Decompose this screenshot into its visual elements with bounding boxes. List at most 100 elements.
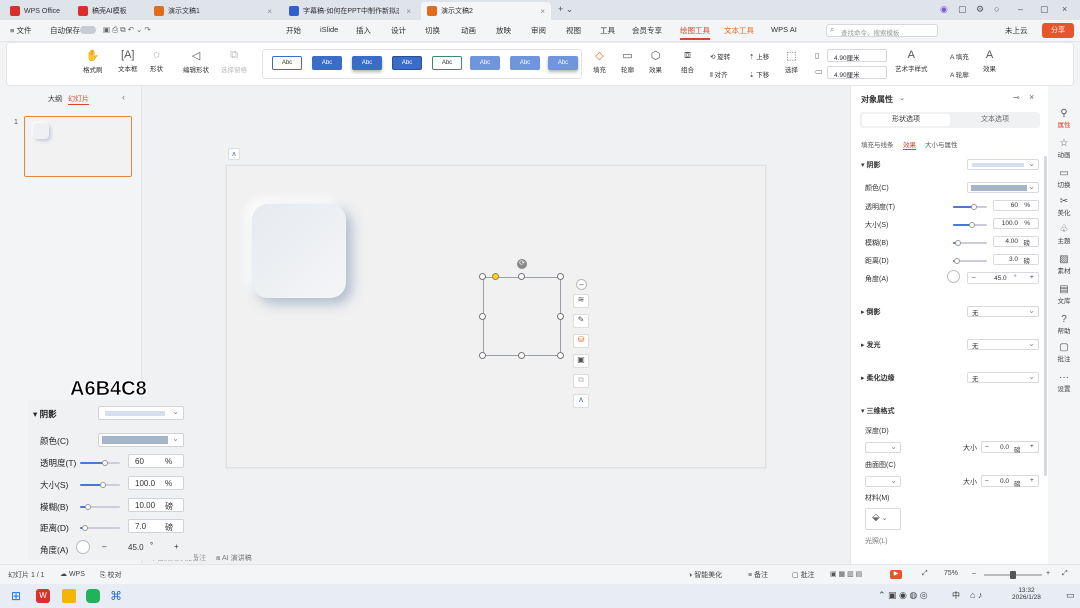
subtab-effect[interactable]: 效果 — [903, 139, 916, 150]
ai-icon[interactable]: ◉ — [940, 4, 948, 15]
move-down-button[interactable]: ⇣ 下移 — [749, 69, 769, 79]
contour-color-dropdown[interactable] — [865, 476, 901, 487]
decrement-icon[interactable]: – — [985, 477, 989, 484]
blur-slider[interactable] — [953, 240, 987, 246]
slide-canvas[interactable]: ⟳ – ≋ ✎ ⛁ ▣ ⧉ ʌ — [226, 165, 766, 468]
width-input[interactable]: 4.90厘米 — [827, 66, 887, 79]
zoom-in-icon[interactable]: + — [1046, 570, 1050, 577]
comments-button[interactable]: ▢ 批注 — [792, 570, 815, 580]
menu-design[interactable]: 设计 — [391, 25, 406, 36]
menu-islide[interactable]: iSlide — [320, 25, 338, 34]
notes-button[interactable]: ≡ 备注 — [748, 570, 768, 580]
depth-size-field[interactable]: – 0.0 磅 + — [981, 441, 1039, 454]
resize-handle[interactable] — [557, 273, 564, 280]
new-tab-button[interactable]: + ⌄ — [558, 4, 573, 15]
overlay-shadow-preset[interactable]: ⌄ — [98, 406, 184, 420]
frame-icon[interactable]: ▣ — [573, 354, 589, 368]
increment-icon[interactable]: + — [174, 542, 179, 551]
style-option[interactable]: Abc — [510, 56, 540, 70]
pen-icon[interactable]: ✎ — [573, 314, 589, 328]
contour-size-field[interactable]: – 0.0 磅 + — [981, 475, 1039, 488]
shadow-section[interactable]: ▾ 阴影 — [861, 160, 880, 170]
collapse-icon[interactable]: ‹ — [122, 92, 125, 102]
resize-handle[interactable] — [479, 273, 486, 280]
ai-notes-button[interactable]: ⧈ AI 演讲稿 — [216, 553, 252, 563]
shape-button[interactable]: ◌ 形状 — [150, 49, 163, 73]
transparency-slider[interactable] — [953, 204, 987, 210]
decrement-icon[interactable]: – — [972, 274, 976, 281]
sidebar-item-beautify[interactable]: ✂ 美化 — [1048, 196, 1080, 217]
ai-icon[interactable]: ʌ — [573, 394, 589, 408]
proofread-button[interactable]: ⎘ 校对 — [100, 570, 122, 580]
copy-icon[interactable]: ⧉ — [573, 374, 589, 388]
distance-slider[interactable] — [953, 258, 987, 264]
menu-view[interactable]: 视图 — [566, 25, 581, 36]
close-icon[interactable]: × — [1029, 92, 1034, 102]
sidebar-item-transition[interactable]: ▭ 切换 — [1048, 168, 1080, 189]
resize-handle[interactable] — [479, 313, 486, 320]
menu-drawing-tools[interactable]: 绘图工具 — [680, 25, 710, 40]
decrement-icon[interactable]: – — [102, 542, 106, 551]
angle-dial[interactable] — [947, 270, 960, 283]
rotate-handle-icon[interactable]: ⟳ — [517, 259, 527, 269]
menu-text-tools[interactable]: 文本工具 — [724, 25, 754, 36]
menu-home[interactable]: 开始 — [286, 25, 301, 36]
depth-color-dropdown[interactable] — [865, 442, 901, 453]
overlay-size-slider[interactable] — [80, 482, 120, 488]
close-window-icon[interactable]: × — [1062, 4, 1067, 14]
angle-field[interactable]: – 45.0 ° + — [967, 272, 1039, 284]
decrement-icon[interactable]: – — [985, 443, 989, 450]
glow-section[interactable]: ▸ 发光 — [861, 340, 880, 350]
wps-status[interactable]: ☁ WPS — [60, 570, 85, 578]
3d-format-section[interactable]: ▾ 三维格式 — [861, 406, 894, 416]
text-outline-button[interactable]: A 轮廓 — [950, 69, 969, 79]
layers-icon[interactable]: ≋ — [573, 294, 589, 308]
autosave-toggle[interactable] — [80, 26, 96, 34]
menu-insert[interactable]: 插入 — [356, 25, 371, 36]
text-fill-button[interactable]: A 填充 — [950, 51, 969, 61]
tab-text-options[interactable]: 文本选项 — [951, 114, 1039, 126]
window-icon[interactable]: ▢ — [958, 4, 967, 15]
menu-tools[interactable]: 工具 — [600, 25, 615, 36]
folder-icon[interactable] — [62, 589, 76, 603]
file-menu[interactable]: ≡ 文件 — [10, 25, 31, 36]
wps-app-icon[interactable]: W — [36, 589, 50, 603]
subtab-size[interactable]: 大小与属性 — [925, 139, 958, 149]
overlay-distance-slider[interactable] — [80, 525, 120, 531]
sidebar-item-theme[interactable]: ♧ 主题 — [1048, 224, 1080, 245]
overlay-color-dropdown[interactable]: ⌄ — [98, 433, 184, 447]
tab-template[interactable]: 稿壳AI模板 — [72, 2, 146, 20]
zoom-out-icon[interactable]: – — [972, 570, 976, 577]
panel-scrollbar[interactable] — [1044, 156, 1047, 476]
sidebar-item-animation[interactable]: ☆ 动画 — [1048, 138, 1080, 159]
tab-document[interactable]: 字幕稿-如何在PPT中制作新拟态 × — [283, 2, 417, 20]
sidebar-item-properties[interactable]: ⚲ 属性 — [1048, 108, 1080, 129]
overlay-distance-field[interactable]: 7.0 磅 — [128, 519, 184, 533]
toolbar-icons[interactable]: ▣ ⎙ ⧉ ↶ ⌄ ↷ — [103, 25, 151, 35]
overlay-size-field[interactable]: 100.0% — [128, 476, 184, 490]
overlay-transparency-slider[interactable] — [80, 460, 120, 466]
resize-handle[interactable] — [479, 352, 486, 359]
edit-shape-button[interactable]: ◁ 编辑形状 — [183, 49, 209, 74]
transparency-field[interactable]: 60% — [993, 200, 1039, 211]
resize-handle[interactable] — [557, 352, 564, 359]
smart-beautify-button[interactable]: ◑ 智能美化 — [688, 570, 722, 580]
share-button[interactable]: 分享 — [1042, 23, 1074, 38]
zoom-knob[interactable] — [1010, 571, 1016, 579]
sidebar-item-materials[interactable]: ▨ 素材 — [1048, 254, 1080, 275]
style-option[interactable]: Abc — [352, 56, 382, 70]
blur-field[interactable]: 4.00 磅 — [993, 236, 1039, 247]
size-field[interactable]: 100.0% — [993, 218, 1039, 229]
glow-dropdown[interactable]: 无 — [967, 339, 1039, 350]
reflection-section[interactable]: ▸ 倒影 — [861, 307, 880, 317]
increment-icon[interactable]: + — [1030, 443, 1034, 450]
style-option[interactable]: Abc — [548, 56, 578, 70]
system-icons[interactable]: ⌂ ♪ — [970, 590, 982, 600]
resize-handle[interactable] — [518, 352, 525, 359]
cloud-status[interactable]: 未上云 — [1005, 25, 1028, 36]
shadow-preset-dropdown[interactable] — [967, 159, 1039, 170]
close-icon[interactable]: × — [267, 7, 272, 16]
sidebar-item-comments[interactable]: ▢ 批注 — [1048, 342, 1080, 363]
selection-pane-button[interactable]: ⧉ 选择窗格 — [221, 49, 247, 74]
zoom-level[interactable]: 75% — [944, 570, 958, 577]
